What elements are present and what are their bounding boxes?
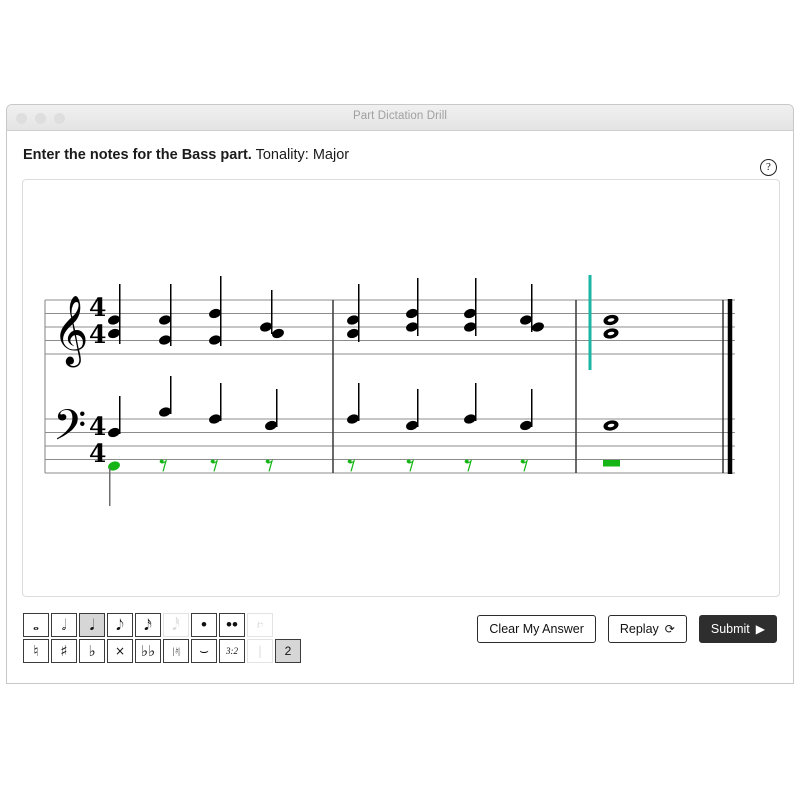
treble-clef-icon: 𝄞 bbox=[53, 295, 88, 367]
barline-icon: | bbox=[257, 644, 263, 658]
bass-entered-note-1[interactable] bbox=[106, 459, 122, 506]
svg-text:𝄾: 𝄾 bbox=[159, 446, 168, 486]
rest-button: 𝄽𝄾 bbox=[247, 613, 273, 637]
svg-text:𝄾: 𝄾 bbox=[347, 446, 356, 486]
eighth-note-icon: 𝅘𝅥𝅮 bbox=[116, 615, 124, 634]
triplet-icon: 3:2 bbox=[226, 646, 238, 656]
sixteenth-note-icon: 𝅘𝅥𝅯 bbox=[144, 615, 152, 634]
lower-measure-3-tenor-whole-note[interactable] bbox=[603, 419, 620, 432]
prompt-text: Enter the notes for the Bass part. Tonal… bbox=[23, 147, 777, 163]
question-mark-circle-icon[interactable]: ? bbox=[760, 159, 777, 176]
courtesy-accidental-button[interactable]: |♮| bbox=[163, 639, 189, 663]
bottom-toolbar: 𝅝 𝅗𝅥 𝅘𝅥 𝅘𝅥𝅮 𝅘𝅥𝅯 𝅘𝅥𝅰 • •• 𝄽𝄾 ♮ ♯ ♭ × ♭♭ |♮| ⌣ 3:2… bbox=[7, 605, 793, 683]
half-note-button[interactable]: 𝅗𝅥 bbox=[51, 613, 77, 637]
svg-text:𝄾: 𝄾 bbox=[406, 446, 415, 486]
natural-button[interactable]: ♮ bbox=[23, 639, 49, 663]
voice-2-label: 2 bbox=[284, 644, 292, 658]
svg-text:4: 4 bbox=[89, 439, 106, 468]
prompt-instruction: Enter the notes for the Bass part. bbox=[23, 147, 252, 163]
double-sharp-icon: × bbox=[114, 644, 126, 658]
natural-icon: ♮ bbox=[33, 641, 39, 660]
tie-button[interactable]: ⌣ bbox=[191, 639, 217, 663]
note-palette: 𝅝 𝅗𝅥 𝅘𝅥 𝅘𝅥𝅮 𝅘𝅥𝅯 𝅘𝅥𝅰 • •• 𝄽𝄾 ♮ ♯ ♭ × ♭♭ |♮| ⌣ 3:2… bbox=[23, 613, 301, 665]
svg-text:4: 4 bbox=[89, 320, 106, 349]
whole-note-icon: 𝅝 bbox=[33, 615, 39, 634]
prompt-row: Enter the notes for the Bass part. Tonal… bbox=[7, 131, 793, 183]
svg-text:4: 4 bbox=[89, 412, 106, 441]
voice-2-button[interactable]: 2 bbox=[275, 639, 301, 663]
upper-measure-2-notes[interactable] bbox=[345, 278, 546, 342]
double-dot-icon: •• bbox=[226, 615, 238, 634]
thirtysecond-note-icon: 𝅘𝅥𝅰 bbox=[172, 615, 180, 634]
double-flat-button[interactable]: ♭♭ bbox=[135, 639, 161, 663]
lower-staff-lines bbox=[45, 418, 735, 474]
upper-measure-1-notes[interactable] bbox=[106, 276, 286, 347]
action-buttons: Clear My Answer Replay ⟳ Submit ▶ bbox=[477, 615, 777, 643]
clear-my-answer-label: Clear My Answer bbox=[489, 622, 584, 636]
replay-label: Replay bbox=[619, 622, 659, 636]
note-palette-row-durations: 𝅝 𝅗𝅥 𝅘𝅥 𝅘𝅥𝅮 𝅘𝅥𝅯 𝅘𝅥𝅰 • •• 𝄽𝄾 bbox=[23, 613, 301, 637]
score-panel[interactable]: 𝄞 𝄢 4 4 4 4 𝄾 𝄾 𝄾 𝄾 𝄾 𝄾 𝄾 bbox=[22, 179, 780, 597]
window-titlebar: Part Dictation Drill bbox=[7, 105, 793, 131]
app-window: Part Dictation Drill Enter the notes for… bbox=[6, 104, 794, 684]
sharp-button[interactable]: ♯ bbox=[51, 639, 77, 663]
dot-button[interactable]: • bbox=[191, 613, 217, 637]
svg-text:𝄾: 𝄾 bbox=[464, 446, 473, 486]
music-notation-staff[interactable]: 𝄞 𝄢 4 4 4 4 𝄾 𝄾 𝄾 𝄾 𝄾 𝄾 𝄾 bbox=[23, 180, 779, 596]
svg-text:𝄾: 𝄾 bbox=[520, 446, 529, 486]
triplet-button[interactable]: 3:2 bbox=[219, 639, 245, 663]
svg-text:𝄾: 𝄾 bbox=[265, 446, 274, 486]
barline-button: | bbox=[247, 639, 273, 663]
svg-text:4: 4 bbox=[89, 293, 106, 322]
dot-icon: • bbox=[201, 615, 207, 634]
clear-my-answer-button[interactable]: Clear My Answer bbox=[477, 615, 596, 643]
svg-text:𝄾: 𝄾 bbox=[210, 446, 219, 486]
thirtysecond-note-button: 𝅘𝅥𝅰 bbox=[163, 613, 189, 637]
window-title: Part Dictation Drill bbox=[352, 110, 448, 122]
upper-staff-lines bbox=[45, 299, 735, 355]
bass-entered-whole-rest[interactable] bbox=[603, 460, 620, 467]
eighth-note-button[interactable]: 𝅘𝅥𝅮 bbox=[107, 613, 133, 637]
refresh-icon: ⟳ bbox=[664, 622, 675, 636]
prompt-tonality: Tonality: Major bbox=[255, 147, 350, 163]
flat-icon: ♭ bbox=[88, 641, 96, 660]
half-note-icon: 𝅗𝅥 bbox=[61, 615, 67, 634]
replay-button[interactable]: Replay ⟳ bbox=[607, 615, 687, 643]
sixteenth-note-button[interactable]: 𝅘𝅥𝅯 bbox=[135, 613, 161, 637]
double-dot-button[interactable]: •• bbox=[219, 613, 245, 637]
time-signature-upper: 4 4 bbox=[89, 293, 106, 349]
whole-note-button[interactable]: 𝅝 bbox=[23, 613, 49, 637]
rest-icon: 𝄽𝄾 bbox=[256, 618, 264, 632]
courtesy-accidental-icon: |♮| bbox=[171, 645, 181, 656]
tie-icon: ⌣ bbox=[199, 641, 209, 660]
submit-label: Submit bbox=[710, 622, 750, 636]
double-flat-icon: ♭♭ bbox=[140, 641, 156, 660]
play-triangle-icon: ▶ bbox=[755, 622, 765, 636]
submit-button[interactable]: Submit ▶ bbox=[698, 615, 777, 643]
flat-button[interactable]: ♭ bbox=[79, 639, 105, 663]
quarter-note-icon: 𝅘𝅥 bbox=[89, 615, 95, 634]
note-palette-row-accidentals: ♮ ♯ ♭ × ♭♭ |♮| ⌣ 3:2 | 2 bbox=[23, 639, 301, 663]
quarter-note-button[interactable]: 𝅘𝅥 bbox=[79, 613, 105, 637]
double-sharp-button[interactable]: × bbox=[107, 639, 133, 663]
lower-measure-2-tenor-notes[interactable] bbox=[345, 383, 534, 432]
bass-entered-rests[interactable]: 𝄾 𝄾 𝄾 𝄾 𝄾 𝄾 𝄾 bbox=[159, 446, 529, 486]
sharp-icon: ♯ bbox=[60, 641, 68, 660]
time-signature-lower: 4 4 bbox=[89, 412, 106, 468]
bass-clef-icon: 𝄢 bbox=[53, 401, 86, 461]
lower-measure-1-tenor-notes[interactable] bbox=[106, 376, 279, 439]
